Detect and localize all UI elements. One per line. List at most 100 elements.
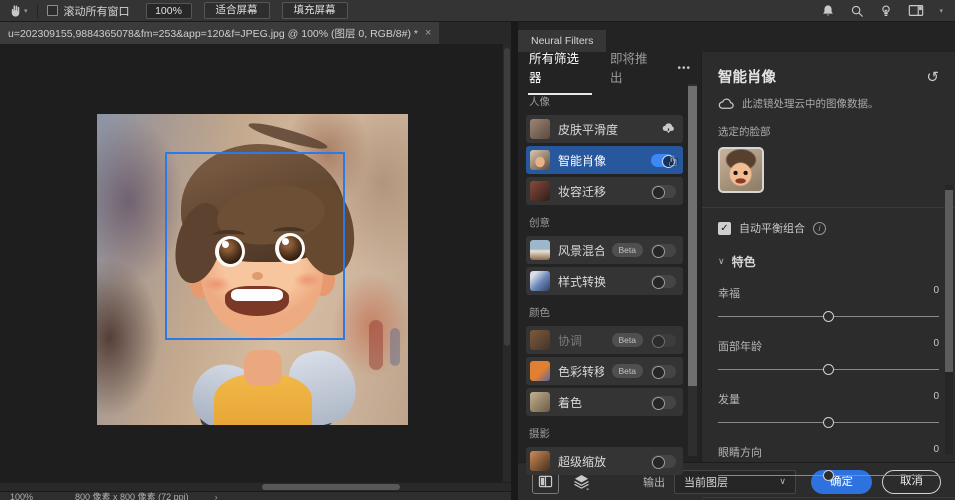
filter-item[interactable]: 色彩转移 Beta <box>526 357 683 385</box>
workspace-caret-icon[interactable]: ▾ <box>939 7 943 15</box>
slider-track[interactable] <box>718 416 939 429</box>
hand-tool-preset[interactable]: ▾ <box>8 4 28 18</box>
slider-header: 面部年龄0 <box>718 338 939 354</box>
filter-thumbnail-icon <box>530 451 550 471</box>
filter-item[interactable]: 智能肖像☞ <box>526 146 683 174</box>
featured-section-header[interactable]: ∨ 特色 <box>718 253 939 270</box>
slider-header: 发量0 <box>718 391 939 407</box>
slider-value: 0 <box>933 444 939 460</box>
filter-list-tabs: 所有筛选器 即将推出 ••• <box>518 52 701 84</box>
filter-toggle[interactable] <box>651 275 676 288</box>
neural-filters-workspace: Neural Filters 所有筛选器 即将推出 ••• 人像皮肤平滑度智能肖… <box>511 22 955 500</box>
slider-knob[interactable] <box>823 364 834 375</box>
slider-knob[interactable] <box>823 417 834 428</box>
detail-scrollbar[interactable] <box>945 185 953 454</box>
document-tab[interactable]: u=202309155,9884365078&fm=253&app=120&f=… <box>0 22 439 44</box>
beta-badge: Beta <box>612 243 644 257</box>
filter-thumbnail-icon <box>530 119 550 139</box>
filter-label: 妆容迁移 <box>558 183 643 200</box>
filter-item[interactable]: 妆容迁移 <box>526 177 683 205</box>
info-icon[interactable]: i <box>813 222 826 235</box>
scroll-all-windows-label: 滚动所有窗口 <box>64 3 130 19</box>
layers-button[interactable] <box>573 474 590 490</box>
filter-item[interactable]: 风景混合器 Beta <box>526 236 683 264</box>
close-document-icon[interactable]: × <box>425 27 431 39</box>
photoshop-window: ▾ 滚动所有窗口 100% 适合屏幕 填充屏幕 ▾ <box>0 0 955 500</box>
selected-face-thumbnail[interactable] <box>718 147 764 193</box>
search-icon[interactable] <box>850 4 864 18</box>
filter-item[interactable]: 样式转换 <box>526 267 683 295</box>
workspace-switcher-icon[interactable] <box>908 4 924 17</box>
status-expand-icon[interactable]: › <box>215 492 218 500</box>
beta-badge: Beta <box>612 333 644 347</box>
filter-label: 色彩转移 <box>558 363 604 380</box>
divider <box>702 207 955 208</box>
filter-toggle[interactable] <box>651 396 676 409</box>
canvas[interactable] <box>0 44 511 482</box>
layers-icon <box>573 474 590 490</box>
filter-item[interactable]: 超级缩放 <box>526 447 683 475</box>
filter-item[interactable]: 协调 Beta <box>526 326 683 354</box>
slider-track[interactable] <box>718 310 939 323</box>
slider-track[interactable] <box>718 363 939 376</box>
fill-screen-button[interactable]: 填充屏幕 <box>282 2 348 19</box>
slider-label: 幸福 <box>718 285 740 301</box>
filter-label: 皮肤平滑度 <box>558 121 653 138</box>
mouse-cursor: ☞ <box>666 154 681 167</box>
slider-knob[interactable] <box>823 311 834 322</box>
cloud-processing-note: 此滤镜处理云中的图像数据。 <box>742 96 879 111</box>
filter-toggle[interactable] <box>651 365 676 378</box>
slider-track[interactable] <box>718 469 939 482</box>
filter-item[interactable]: 着色 <box>526 388 683 416</box>
scroll-all-windows-checkbox[interactable] <box>47 5 58 16</box>
background-person <box>390 328 400 366</box>
slider-knob[interactable] <box>823 470 834 481</box>
canvas-vertical-scrollbar[interactable] <box>502 44 511 482</box>
neck <box>244 350 282 386</box>
filter-toggle[interactable] <box>651 185 676 198</box>
filter-section-title: 创意 <box>529 215 683 230</box>
filter-thumbnail-icon <box>530 392 550 412</box>
zoom-percent-field[interactable]: 100% <box>146 3 192 19</box>
reset-icon[interactable]: ↺ <box>926 68 939 86</box>
slider-row: 眼睛方向0 <box>718 444 939 482</box>
document-area: u=202309155,9884365078&fm=253&app=120&f=… <box>0 22 511 500</box>
status-zoom[interactable]: 100% <box>10 492 33 500</box>
auto-balance-checkbox[interactable]: ✓ <box>718 222 731 235</box>
portrait-image <box>97 114 408 425</box>
canvas-horizontal-scrollbar[interactable] <box>0 482 511 491</box>
featured-section-label: 特色 <box>732 253 756 270</box>
slider-label: 发量 <box>718 391 740 407</box>
panel-menu-icon[interactable]: ••• <box>677 63 691 74</box>
filter-thumbnail-icon <box>530 150 550 170</box>
tool-preset-caret-icon: ▾ <box>24 7 28 15</box>
filter-list-panel: 所有筛选器 即将推出 ••• 人像皮肤平滑度智能肖像☞妆容迁移创意风景混合器Be… <box>518 52 701 462</box>
discover-bulb-icon[interactable] <box>879 4 893 18</box>
auto-balance-label: 自动平衡组合 <box>739 220 805 236</box>
tab-all-filters[interactable]: 所有筛选器 <box>528 41 592 95</box>
background-person <box>369 320 383 370</box>
filter-label: 风景混合器 <box>558 242 604 259</box>
fit-screen-button[interactable]: 适合屏幕 <box>204 2 270 19</box>
filter-thumbnail-icon <box>530 271 550 291</box>
slider-row: 面部年龄0 <box>718 338 939 376</box>
filter-label: 协调 <box>558 332 604 349</box>
cloud-download-icon[interactable] <box>661 122 676 137</box>
filter-detail-panel: 智能肖像 ↺ 此滤镜处理云中的图像数据。 选定的脸部 ✓ 自动平衡组合 <box>701 52 955 462</box>
filter-toggle[interactable] <box>651 455 676 468</box>
notifications-bell-icon[interactable] <box>821 4 835 18</box>
filter-label: 着色 <box>558 394 643 411</box>
face-detection-box[interactable] <box>165 152 345 340</box>
filter-toggle[interactable] <box>651 334 676 347</box>
filter-list-scrollbar[interactable] <box>688 84 697 456</box>
status-bar: 100% 800 像素 x 800 像素 (72 ppi) › <box>0 491 511 500</box>
tab-coming-soon[interactable]: 即将推出 <box>609 41 661 95</box>
beta-badge: Beta <box>612 364 644 378</box>
filter-toggle[interactable] <box>651 244 676 257</box>
filter-item[interactable]: 皮肤平滑度 <box>526 115 683 143</box>
filter-section-title: 颜色 <box>529 305 683 320</box>
filter-title: 智能肖像 <box>718 66 776 87</box>
split-view-icon <box>538 475 553 488</box>
slider-value: 0 <box>933 285 939 301</box>
filter-thumbnail-icon <box>530 181 550 201</box>
